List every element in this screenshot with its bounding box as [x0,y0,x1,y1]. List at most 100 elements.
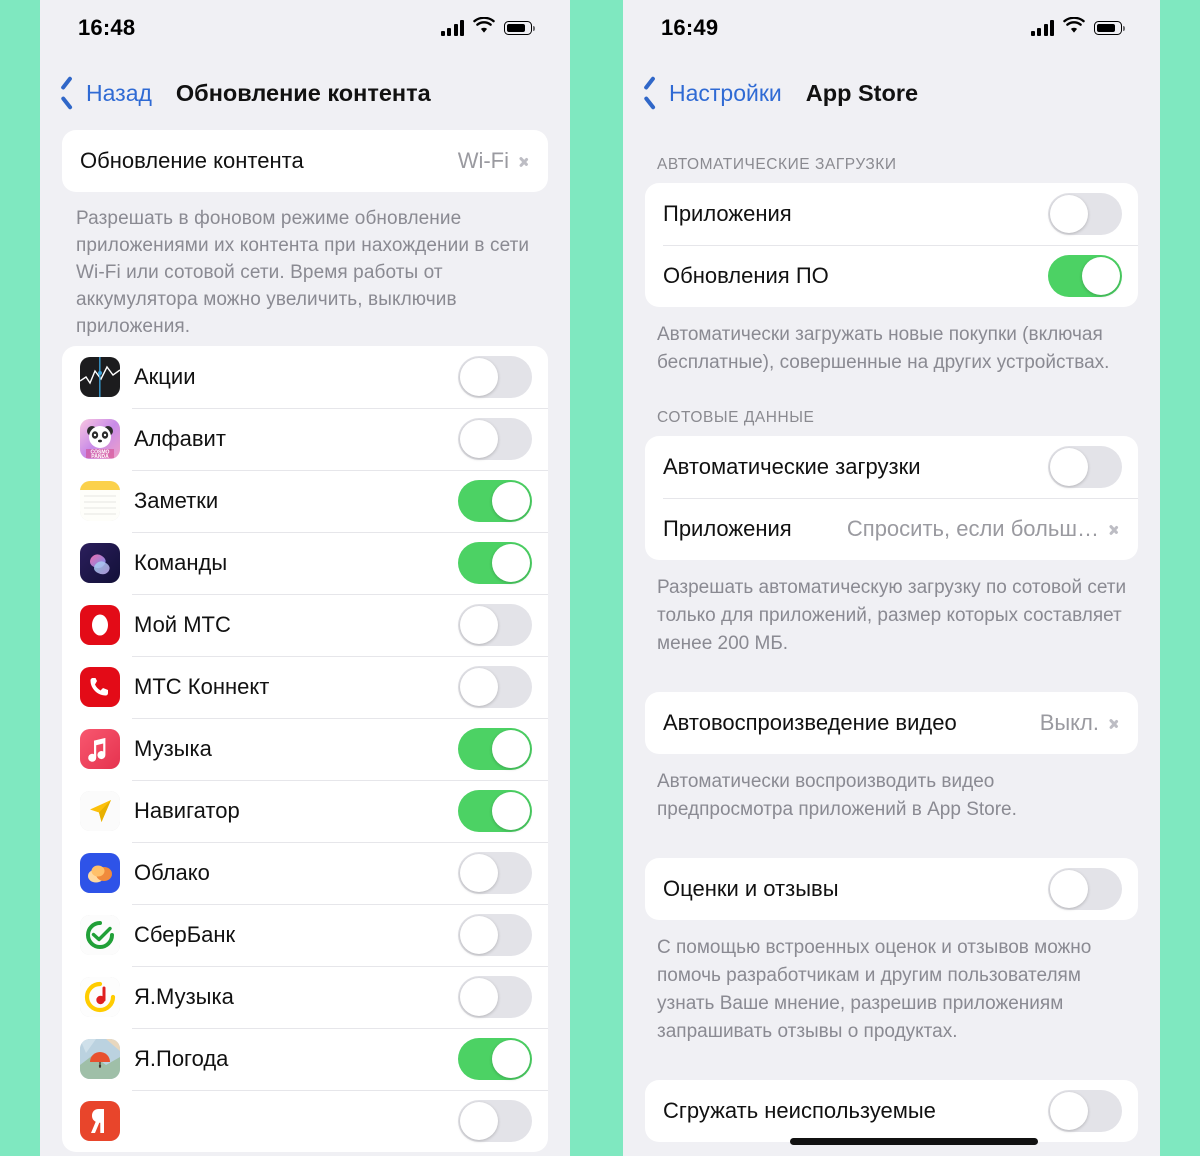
app-list-item[interactable]: Акции [62,346,548,408]
app-list-item[interactable]: Музыка [62,718,548,780]
chevron-right-icon [1109,520,1120,539]
background-refresh-label: Обновление контента [80,148,304,173]
chevron-right-icon [519,152,530,171]
app-list-item[interactable]: Заметки [62,470,548,532]
app-name-label: Команды [134,550,228,575]
app-list-item[interactable]: СберБанк [62,904,548,966]
background-refresh-row[interactable]: Обновление контента Wi-Fi [62,130,548,192]
settings-card: Сгружать неиспользуемые [645,1080,1138,1142]
app-background-refresh-toggle[interactable] [458,790,532,832]
chevron-left-icon[interactable] [641,76,661,110]
toggle-knob [460,1102,498,1140]
app-name-label: Навигатор [134,798,240,823]
settings-row[interactable]: Автовоспроизведение видео Выкл. [645,692,1138,754]
app-list-item[interactable]: Навигатор [62,780,548,842]
app-background-refresh-toggle[interactable] [458,1038,532,1080]
right-phone-screen: 16:49 Настройки App Store АВТОМАТИЧЕСКИЕ… [623,0,1160,1156]
section-header: АВТОМАТИЧЕСКИЕ ЗАГРУЗКИ [657,156,897,173]
app-background-refresh-toggle[interactable] [458,1100,532,1142]
right-status-bar: 16:49 [623,0,1160,56]
app-list-item[interactable]: Облако [62,842,548,904]
yaweather-app-icon [80,1039,120,1079]
app-background-refresh-toggle[interactable] [458,356,532,398]
app-background-refresh-toggle[interactable] [458,542,532,584]
app-list-item[interactable]: Я.Погода [62,1028,548,1090]
chevron-right-icon [1109,714,1120,733]
app-background-refresh-toggle[interactable] [458,852,532,894]
settings-row[interactable]: Оценки и отзывы [645,858,1138,920]
left-content: Обновление контента Wi-Fi Разрешать в фо… [40,130,570,1152]
screenshot-stage: 16:48 Назад Обновление контента Обновлен… [0,0,1200,1156]
yamusic-app-icon [80,977,120,1017]
section-note: Автоматически загружать новые покупки (в… [657,324,1110,373]
settings-row[interactable]: Приложения Спросить, если больш… [645,498,1138,560]
toggle-knob [460,668,498,706]
settings-row-label: Обновления ПО [663,263,829,288]
mymts-app-icon [80,605,120,645]
music-app-icon [80,729,120,769]
settings-toggle[interactable] [1048,193,1122,235]
app-background-refresh-toggle[interactable] [458,976,532,1018]
app-list-item[interactable]: Команды [62,532,548,594]
back-button-label[interactable]: Назад [86,80,152,107]
app-name-label: Заметки [134,488,219,513]
app-list-item[interactable] [62,1090,548,1152]
section-note: С помощью встроенных оценок и отзывов мо… [657,937,1092,1042]
app-background-refresh-toggle[interactable] [458,666,532,708]
settings-row-label: Автоматические загрузки [663,454,921,479]
back-button-label[interactable]: Настройки [669,80,782,107]
page-title: Обновление контента [175,79,431,106]
app-background-refresh-toggle[interactable] [458,914,532,956]
toggle-knob [1050,870,1088,908]
cellular-bars-icon [1030,20,1054,36]
settings-toggle[interactable] [1048,868,1122,910]
section-note: Автоматически воспроизводить видео предп… [657,771,1017,820]
stocks-app-icon [80,357,120,397]
app-name-label: Я.Погода [134,1046,229,1071]
app-list-item[interactable]: МТС Коннект [62,656,548,718]
app-list-item[interactable]: Мой МТС [62,594,548,656]
toggle-knob [1050,195,1088,233]
status-time: 16:48 [78,15,136,40]
cloud-app-icon [80,853,120,893]
battery-icon [504,21,536,35]
settings-toggle[interactable] [1048,446,1122,488]
settings-row[interactable]: Приложения [645,183,1138,245]
app-name-label: Мой МТС [134,612,231,637]
app-name-label: Алфавит [134,426,226,451]
toggle-knob [1050,448,1088,486]
settings-row[interactable]: Сгружать неиспользуемые [645,1080,1138,1142]
yandex-app-icon [80,1101,120,1141]
app-background-refresh-toggle[interactable] [458,418,532,460]
app-list-card: Акции COSMO PANDA Алфавит Заметки Команды Мой … [62,346,548,1152]
settings-toggle[interactable] [1048,255,1122,297]
toggle-knob [1050,1092,1088,1130]
settings-card: Оценки и отзывы [645,858,1138,920]
app-name-label: Акции [134,364,196,389]
settings-card: Приложения Обновления ПО [645,183,1138,307]
app-name-label: Облако [134,860,210,885]
app-background-refresh-toggle[interactable] [458,480,532,522]
settings-row-label: Приложения [663,516,792,541]
app-background-refresh-toggle[interactable] [458,728,532,770]
battery-icon [1094,21,1126,35]
app-name-label: Музыка [134,736,212,761]
notes-app-icon [80,481,120,521]
background-refresh-value: Wi-Fi [457,148,509,173]
app-list-item[interactable]: COSMO PANDA Алфавит [62,408,548,470]
shortcuts-app-icon [80,543,120,583]
settings-row-value: Спросить, если больш… [846,516,1099,541]
settings-row[interactable]: Обновления ПО [645,245,1138,307]
toggle-knob [460,606,498,644]
settings-toggle[interactable] [1048,1090,1122,1132]
app-background-refresh-toggle[interactable] [458,604,532,646]
status-icons-group [1030,16,1126,39]
settings-row[interactable]: Автоматические загрузки [645,436,1138,498]
app-list-item[interactable]: Я.Музыка [62,966,548,1028]
chevron-left-icon[interactable] [58,76,78,110]
left-status-bar: 16:48 [40,0,570,56]
toggle-knob [460,358,498,396]
navigator-app-icon [80,791,120,831]
settings-card: Автовоспроизведение видео Выкл. [645,692,1138,754]
